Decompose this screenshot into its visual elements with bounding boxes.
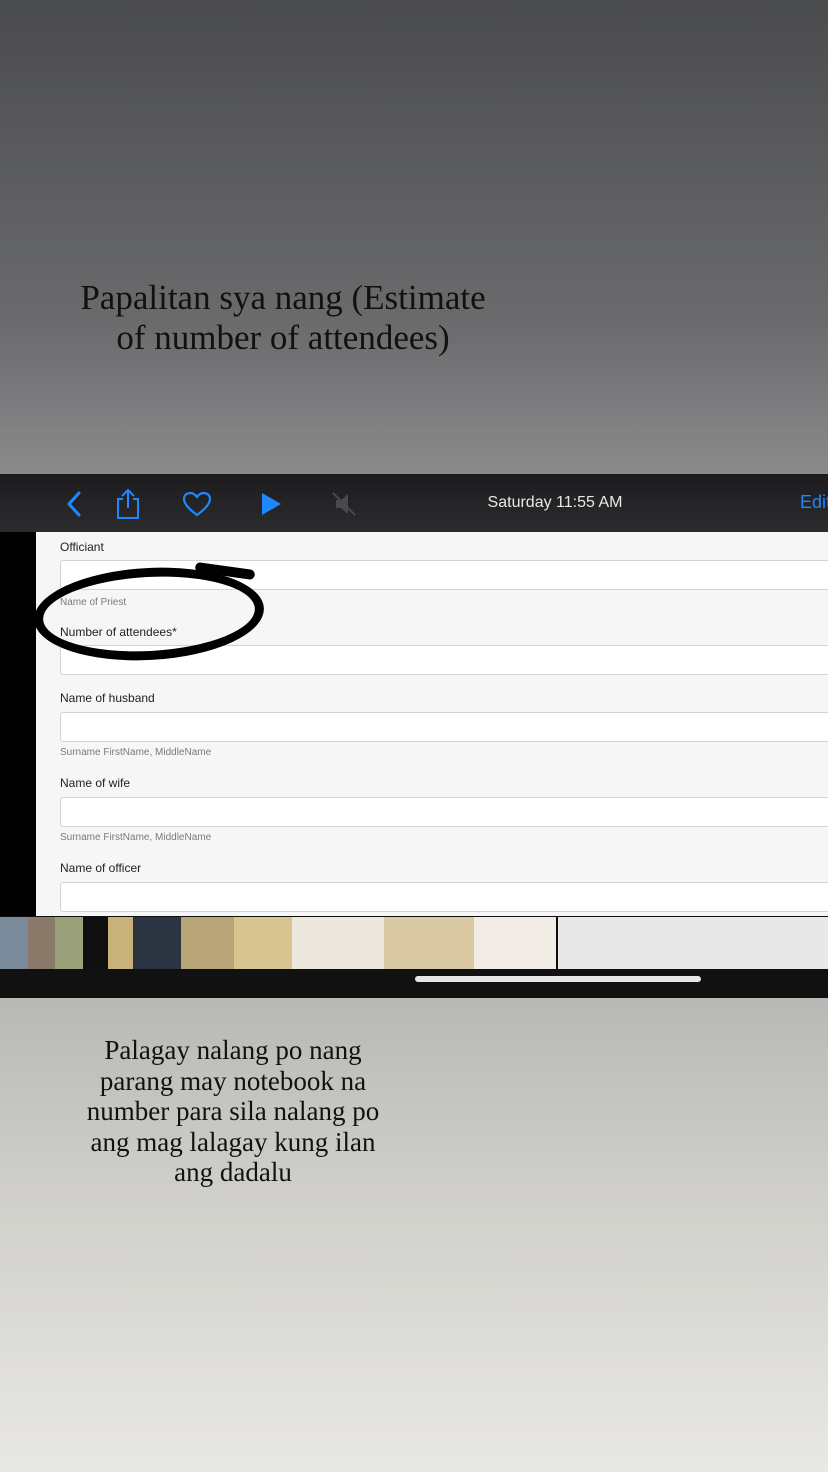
filmstrip-thumbnail[interactable] xyxy=(474,917,556,969)
story-caption-top: Papalitan sya nang (Estimate of number o… xyxy=(80,278,486,357)
officer-label: Name of officer xyxy=(60,861,142,875)
photo-date-time: Saturday 11:55 AM xyxy=(487,494,623,511)
filmstrip-thumbnail[interactable] xyxy=(234,917,292,969)
left-letterbox xyxy=(0,532,36,916)
husband-help: Surname FirstName, MiddleName xyxy=(60,747,212,758)
husband-input[interactable] xyxy=(60,712,828,742)
filmstrip-thumbnail[interactable] xyxy=(0,917,28,969)
wife-input[interactable] xyxy=(60,797,828,827)
photo-viewer-toolbar: Saturday 11:55 AM Edit xyxy=(0,474,828,532)
photo-viewer-screenshot: Saturday 11:55 AM Edit Officiant Name of… xyxy=(0,474,828,998)
filmstrip-thumbnail[interactable] xyxy=(133,917,181,969)
filmstrip-thumbnail[interactable] xyxy=(558,917,828,969)
home-indicator[interactable] xyxy=(415,976,701,982)
officiant-label: Officiant xyxy=(60,540,104,554)
wife-help: Surname FirstName, MiddleName xyxy=(60,832,212,843)
filmstrip-thumbnail[interactable] xyxy=(55,917,83,969)
edit-button[interactable]: Edit xyxy=(800,492,828,513)
filmstrip-thumbnail[interactable] xyxy=(292,917,384,969)
story-caption-bottom: Palagay nalang po nang parang may notebo… xyxy=(86,1035,380,1187)
filmstrip-thumbnail[interactable] xyxy=(181,917,234,969)
officer-input[interactable] xyxy=(60,882,828,912)
wife-label: Name of wife xyxy=(60,776,131,790)
husband-label: Name of husband xyxy=(60,691,155,705)
filmstrip-thumbnail[interactable] xyxy=(28,917,55,969)
photo-filmstrip xyxy=(0,916,828,970)
filmstrip-thumbnail[interactable] xyxy=(384,917,474,969)
filmstrip-thumbnail[interactable] xyxy=(108,917,133,969)
